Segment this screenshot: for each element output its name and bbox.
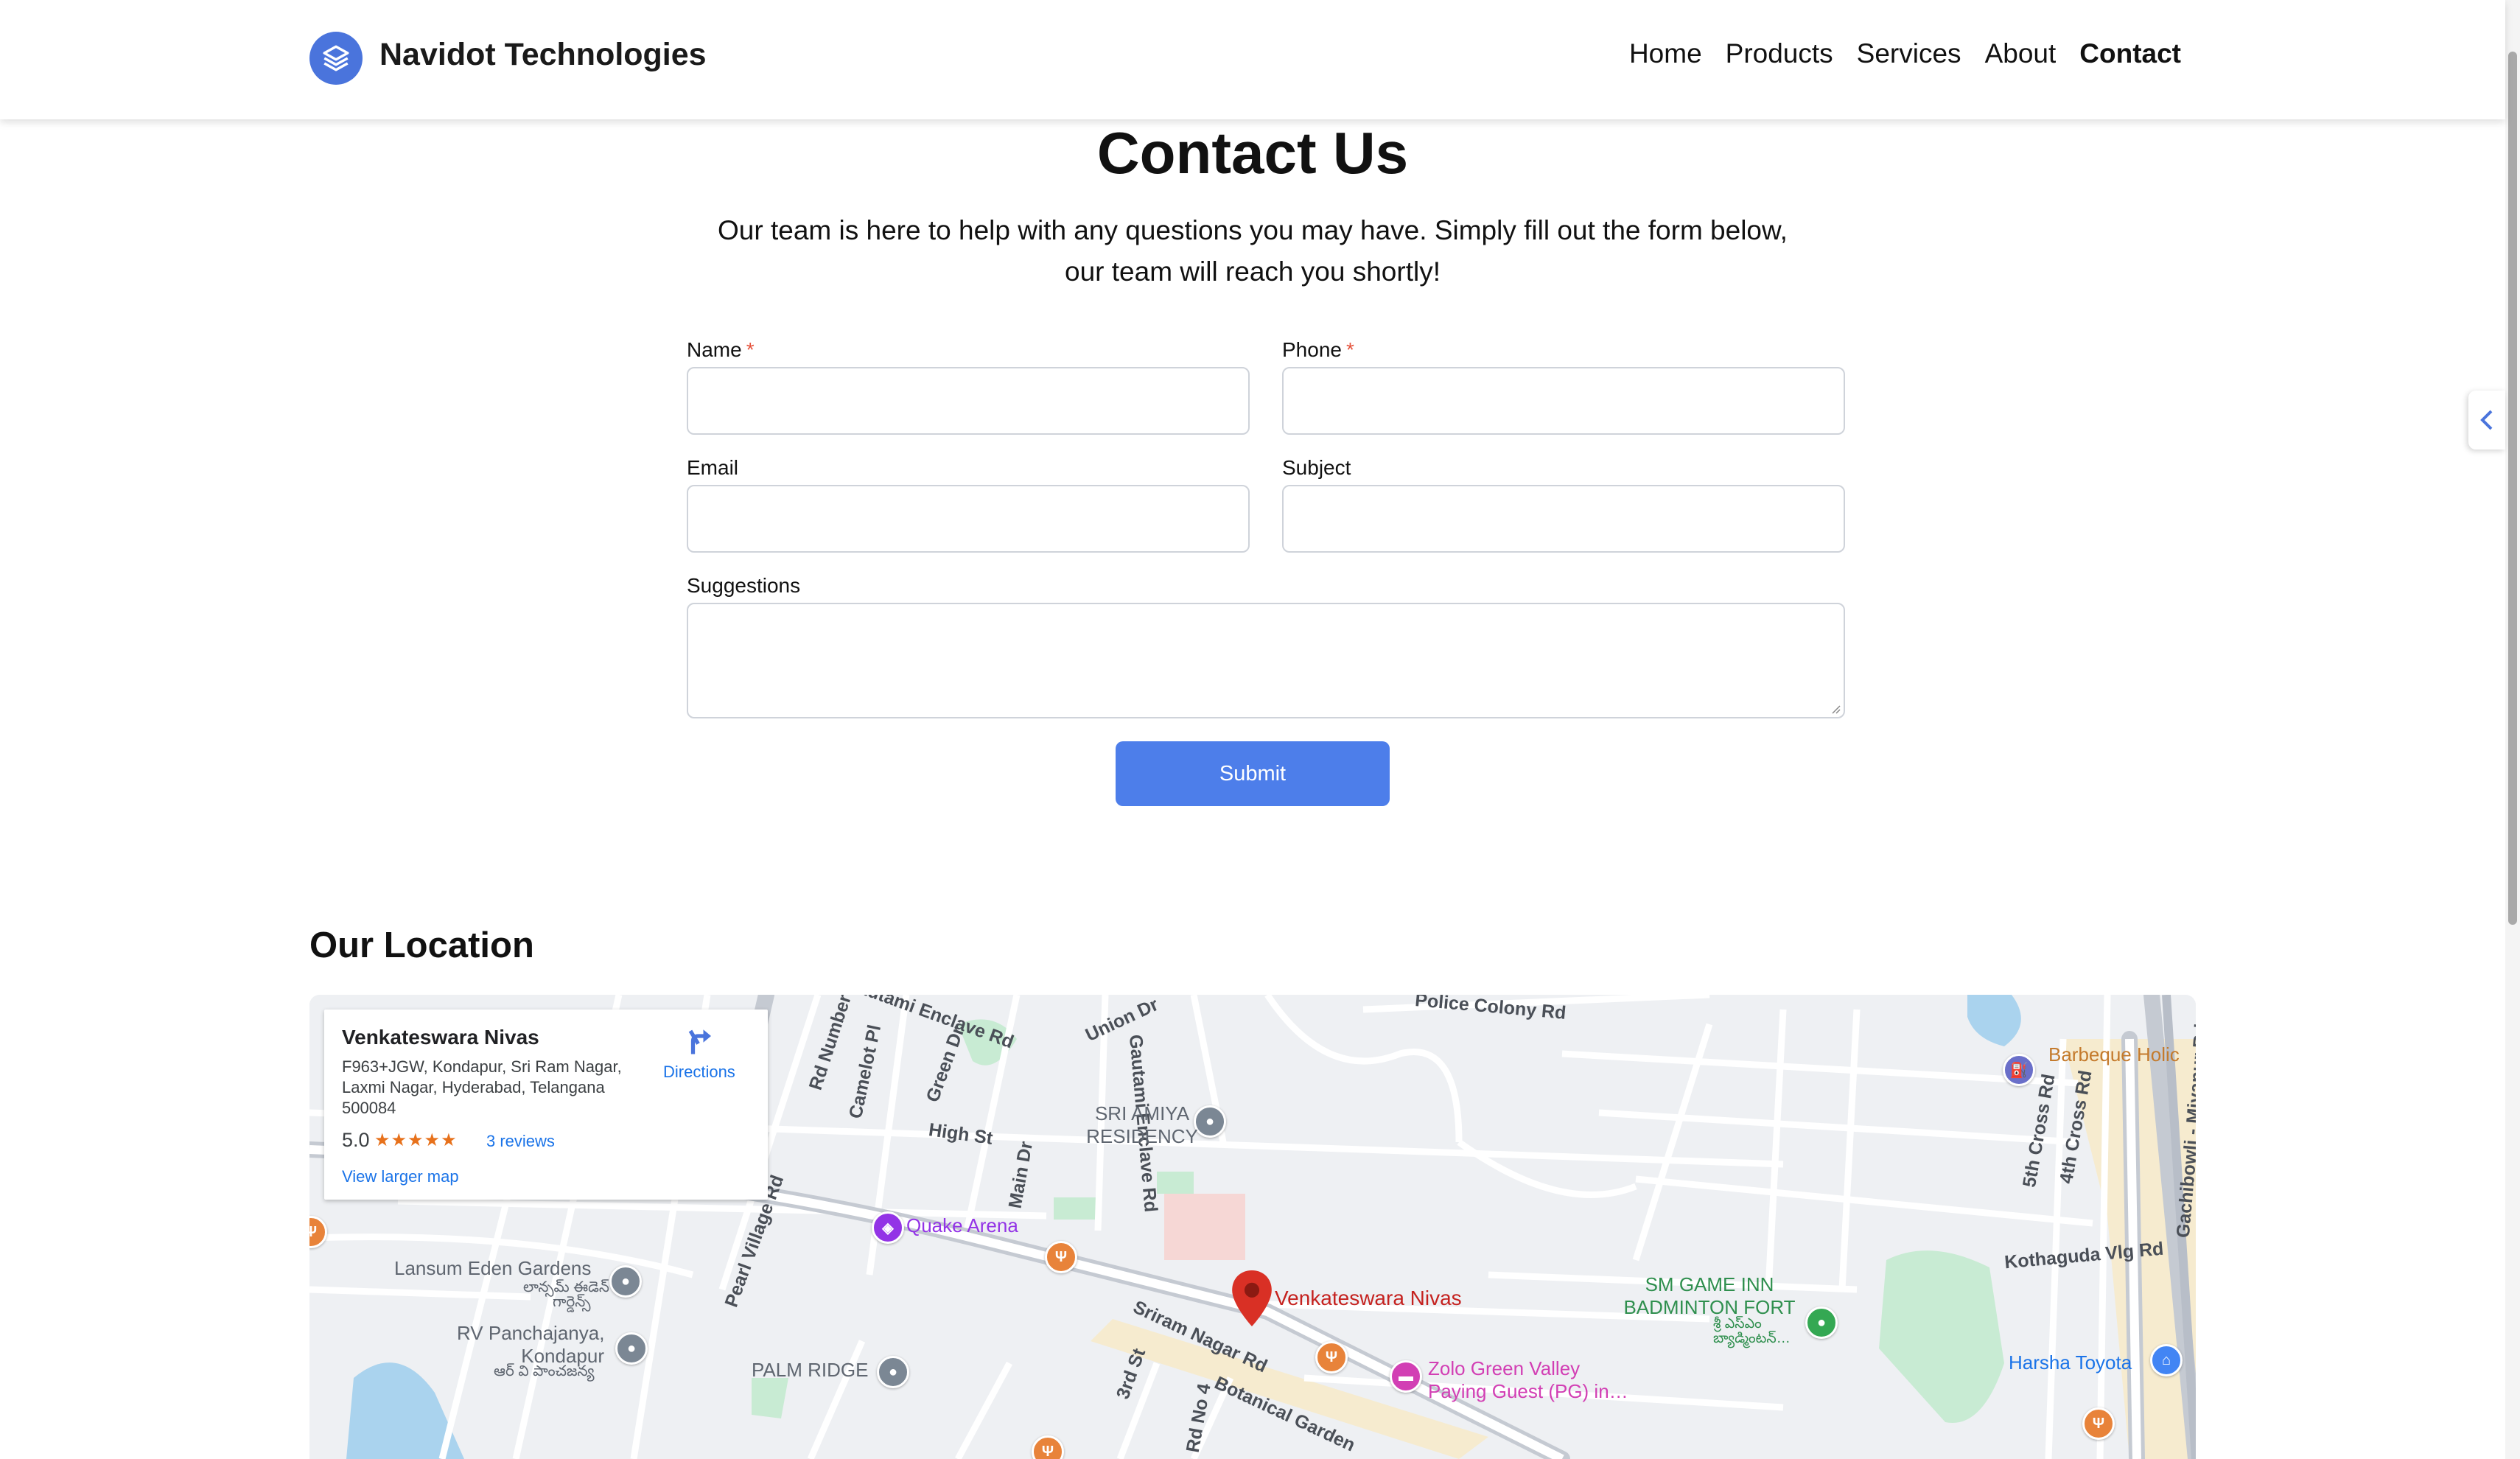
restaurant-icon[interactable]: Ψ	[1315, 1341, 1348, 1374]
place-label-line: SM GAME INN	[1645, 1273, 1774, 1295]
embedded-map[interactable]: Gautami Enclave Rd Union Dr Police Colon…	[309, 995, 2196, 1459]
suggestions-textarea[interactable]	[688, 604, 1844, 717]
page-subtitle: Our team is here to help with any questi…	[718, 215, 1788, 287]
marker-label[interactable]: Venkateswara Nivas	[1275, 1287, 1462, 1310]
nav-contact[interactable]: Contact	[2079, 38, 2181, 69]
place-label-line: BADMINTON FORT	[1623, 1296, 1796, 1318]
subject-field-box	[1282, 485, 1845, 553]
required-mark: *	[1345, 338, 1354, 361]
brand-name[interactable]: Navidot Technologies	[379, 37, 707, 73]
amusement-icon[interactable]: ◈	[872, 1211, 904, 1244]
map-pin-icon[interactable]	[1232, 1270, 1272, 1326]
nav-products[interactable]: Products	[1726, 38, 1833, 69]
sports-pin-icon[interactable]: ●	[1805, 1306, 1838, 1339]
place-label-line: RESIDENCY	[1086, 1125, 1198, 1147]
place-label[interactable]: SM GAME INN BADMINTON FORT	[1621, 1273, 1798, 1319]
resize-handle-icon[interactable]	[1830, 704, 1841, 714]
reviews-link[interactable]: 3 reviews	[486, 1132, 555, 1151]
residence-pin-icon[interactable]: ●	[877, 1356, 909, 1388]
place-title: Venkateswara Nivas	[342, 1026, 539, 1049]
suggestions-field-box	[687, 603, 1845, 718]
place-rating: 5.0	[342, 1129, 370, 1151]
nav-home[interactable]: Home	[1629, 38, 1702, 69]
directions-arrow-icon[interactable]	[685, 1026, 716, 1057]
place-label[interactable]: Barbeque Holic	[2048, 1043, 2180, 1066]
submit-button[interactable]: Submit	[1116, 741, 1390, 806]
place-label: ఆర్ వి పాంచజన్య	[494, 1363, 595, 1379]
email-field-box	[687, 485, 1250, 553]
page-title: Contact Us	[1096, 120, 1409, 186]
place-address: F963+JGW, Kondapur, Sri Ram Nagar, Laxmi…	[342, 1057, 622, 1117]
suggestions-label: Suggestions	[687, 574, 801, 597]
place-label: బ్యాడ్మింటన్…	[1713, 1331, 1791, 1346]
name-label: Name *	[687, 338, 755, 362]
subject-label: Subject	[1282, 456, 1351, 479]
phone-input[interactable]	[1284, 368, 1844, 433]
place-label-line: SRI AMIYA	[1094, 1102, 1190, 1124]
car-dealer-icon[interactable]: ⌂	[2150, 1344, 2183, 1376]
name-field-box	[687, 367, 1250, 435]
place-label-line: Paying Guest (PG) in…	[1428, 1380, 1628, 1402]
email-input[interactable]	[688, 486, 1248, 551]
residence-pin-icon[interactable]: ●	[615, 1332, 648, 1365]
nav-services[interactable]: Services	[1857, 38, 1961, 69]
place-info-card: Venkateswara Nivas F963+JGW, Kondapur, S…	[324, 1010, 768, 1200]
place-label: గార్డెన్స్	[553, 1294, 591, 1310]
place-label[interactable]: SRI AMIYA RESIDENCY	[1086, 1102, 1198, 1148]
name-label-text: Name	[687, 338, 742, 361]
place-label[interactable]: Quake Arena	[906, 1214, 1018, 1237]
rating-stars: ★★★★★	[374, 1130, 458, 1150]
place-label[interactable]: Zolo Green Valley Paying Guest (PG) in…	[1428, 1357, 1628, 1403]
main-nav: Home Products Services About Contact	[1629, 38, 2181, 69]
residence-pin-icon[interactable]: ●	[1194, 1105, 1226, 1138]
phone-label-text: Phone	[1282, 338, 1342, 361]
place-label-line: Zolo Green Valley	[1428, 1357, 1581, 1379]
chevron-left-icon	[2480, 410, 2493, 430]
subject-input[interactable]	[1284, 486, 1844, 551]
email-label: Email	[687, 456, 739, 479]
site-header: Navidot Technologies Home Products Servi…	[0, 0, 2505, 119]
fuel-station-icon[interactable]: ⛽	[2003, 1054, 2035, 1086]
name-input[interactable]	[688, 368, 1248, 433]
directions-link[interactable]: Directions	[663, 1063, 735, 1082]
hotel-icon[interactable]: ▬	[1390, 1360, 1422, 1393]
phone-label: Phone *	[1282, 338, 1354, 362]
place-label[interactable]: Lansum Eden Gardens	[394, 1257, 591, 1280]
place-label[interactable]: PALM RIDGE	[752, 1359, 868, 1382]
place-label[interactable]: RV Panchajanya, Kondapur	[457, 1322, 604, 1368]
view-larger-map-link[interactable]: View larger map	[342, 1167, 459, 1186]
place-label[interactable]: Harsha Toyota	[2009, 1351, 2132, 1374]
phone-field-box	[1282, 367, 1845, 435]
layers-icon[interactable]	[309, 32, 363, 85]
place-label-line: RV Panchajanya,	[457, 1322, 605, 1344]
required-mark: *	[746, 338, 755, 361]
location-heading: Our Location	[309, 926, 534, 965]
side-drawer-toggle[interactable]	[2468, 391, 2505, 449]
scrollbar-thumb[interactable]	[2508, 52, 2517, 925]
nav-about[interactable]: About	[1985, 38, 2057, 69]
restaurant-icon[interactable]: Ψ	[1045, 1241, 1077, 1273]
residence-pin-icon[interactable]: ●	[609, 1265, 642, 1298]
restaurant-icon[interactable]: Ψ	[2082, 1407, 2115, 1440]
